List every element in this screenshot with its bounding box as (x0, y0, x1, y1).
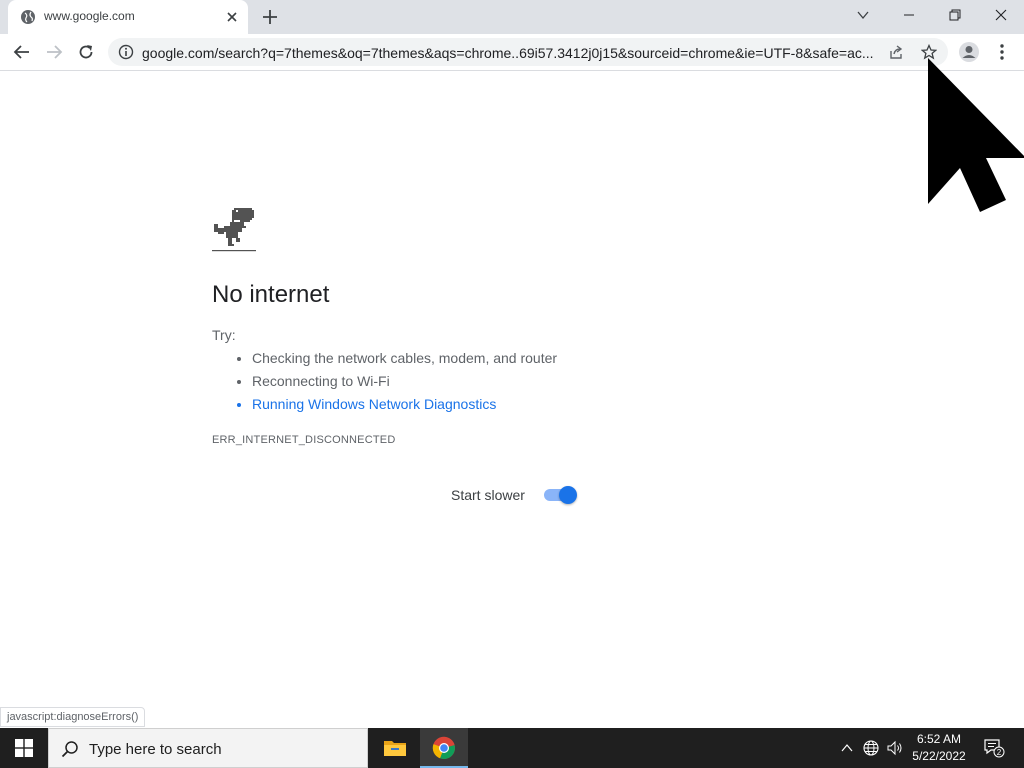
error-heading: No internet (212, 281, 330, 308)
minimize-icon (904, 14, 914, 16)
url-text[interactable]: google.com/search?q=7themes&oq=7themes&a… (142, 45, 882, 61)
search-placeholder: Type here to search (89, 741, 222, 758)
reload-icon (79, 45, 93, 59)
close-window-button[interactable] (978, 0, 1024, 30)
browser-toolbar: google.com/search?q=7themes&oq=7themes&a… (0, 34, 1024, 71)
chevron-down-icon (857, 11, 869, 20)
suggestion-item: Reconnecting to Wi-Fi (252, 371, 557, 394)
cursor-icon (928, 58, 1024, 212)
start-slower-toggle[interactable] (544, 486, 577, 504)
info-icon[interactable] (118, 44, 134, 60)
arrow-left-icon (13, 45, 29, 59)
suggestion-item: Checking the network cables, modem, and … (252, 348, 557, 371)
file-explorer-icon (384, 741, 406, 756)
close-icon (995, 9, 1007, 21)
clock-date: 5/22/2022 (912, 749, 966, 763)
new-tab-plus-icon[interactable] (260, 7, 280, 27)
notifications-button[interactable]: 2 (980, 728, 1008, 768)
volume-icon (887, 740, 902, 756)
clock-time: 6:52 AM (916, 732, 962, 746)
error-code: ERR_INTERNET_DISCONNECTED (212, 434, 396, 446)
browser-tab[interactable]: www.google.com (8, 0, 248, 34)
volume-button[interactable] (884, 728, 906, 768)
suggestion-list: Checking the network cables, modem, and … (232, 348, 557, 417)
share-icon[interactable] (888, 44, 904, 60)
network-diagnostics-link[interactable]: Running Windows Network Diagnostics (252, 394, 557, 417)
arrow-right-icon (47, 45, 63, 59)
notification-icon: 2 (984, 739, 1005, 758)
chevron-up-icon (841, 744, 853, 752)
start-button[interactable] (0, 728, 48, 768)
tab-title: www.google.com (44, 9, 135, 23)
status-bubble: javascript:diagnoseErrors() (0, 707, 146, 727)
chrome-button[interactable] (420, 728, 468, 768)
tab-close-icon[interactable] (224, 9, 240, 25)
tab-search-button[interactable] (840, 0, 886, 30)
dino-icon (212, 208, 256, 252)
restore-button[interactable] (932, 0, 978, 30)
chrome-icon (432, 736, 455, 760)
search-icon (61, 741, 78, 758)
address-bar[interactable]: google.com/search?q=7themes&oq=7themes&a… (108, 38, 948, 66)
windows-logo-icon (15, 739, 33, 757)
tab-strip: www.google.com (0, 0, 1024, 34)
restore-icon (949, 9, 961, 21)
browser-window: www.google.com google.com/search?q=7them… (0, 0, 1024, 728)
globe-icon (21, 10, 35, 24)
start-slower-control[interactable]: Start slower (432, 480, 582, 510)
forward-button[interactable] (42, 40, 66, 64)
reload-button[interactable] (74, 40, 98, 64)
toggle-knob[interactable] (559, 486, 577, 504)
notification-count-badge: 2 (997, 748, 1002, 757)
back-button[interactable] (10, 40, 34, 64)
network-icon (863, 740, 879, 756)
taskbar-search-box[interactable]: Type here to search (48, 728, 368, 768)
try-label: Try: (212, 327, 236, 343)
taskbar: Type here to search 6:52 AM 5/22/2022 2 (0, 728, 1024, 768)
file-explorer-button[interactable] (371, 728, 419, 768)
show-hidden-icons-button[interactable] (838, 728, 856, 768)
network-button[interactable] (860, 728, 882, 768)
start-slower-label: Start slower (451, 487, 525, 503)
taskbar-clock[interactable]: 6:52 AM 5/22/2022 (904, 731, 974, 765)
minimize-button[interactable] (886, 0, 932, 30)
